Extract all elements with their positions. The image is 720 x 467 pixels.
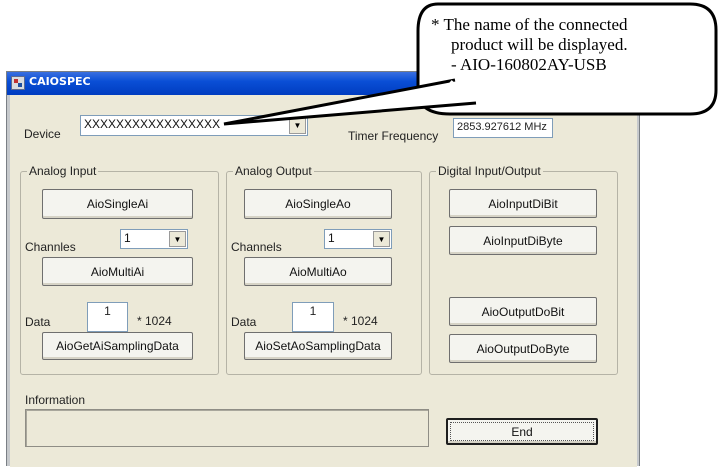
callout-text: * The name of the connected product will… [431,15,628,75]
callout-pointer [223,78,477,126]
callout-line-1: * The name of the connected [431,15,628,34]
callout-line-3: - AIO-160802AY-USB [451,55,607,74]
callout-line-2: product will be displayed. [451,35,628,54]
